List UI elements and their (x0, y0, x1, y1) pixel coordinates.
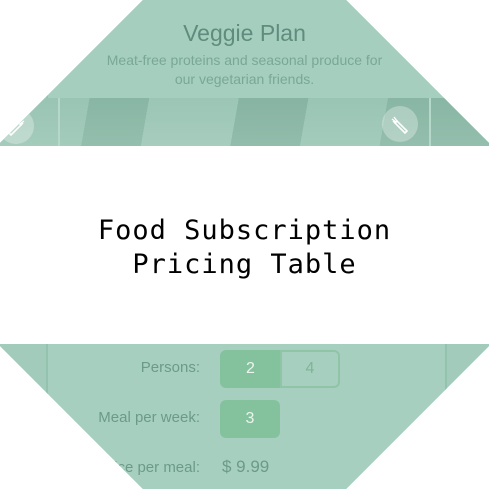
persons-option-4[interactable]: 4 (280, 350, 340, 388)
price-per-meal-value: $ 9.99 (222, 457, 270, 476)
meals-per-week-label: Meal per week: (98, 409, 200, 426)
banner-title-line-2: Pricing Table (132, 249, 357, 280)
banner-title-line-1: Food Subscription (97, 215, 392, 246)
plan-description: Meat-free proteins and seasonal produce … (106, 52, 383, 87)
plan-title: Veggie Plan (183, 20, 306, 46)
photo-frame (58, 98, 431, 146)
price-per-meal-label: Price per meal: (99, 459, 200, 476)
persons-option-2[interactable]: 2 (220, 350, 281, 388)
meals-per-week-option-3[interactable]: 3 (220, 400, 280, 438)
carrot-icon (382, 106, 418, 142)
banner-title: Food Subscription Pricing Table (0, 214, 489, 282)
persons-label: Persons: (140, 359, 200, 376)
